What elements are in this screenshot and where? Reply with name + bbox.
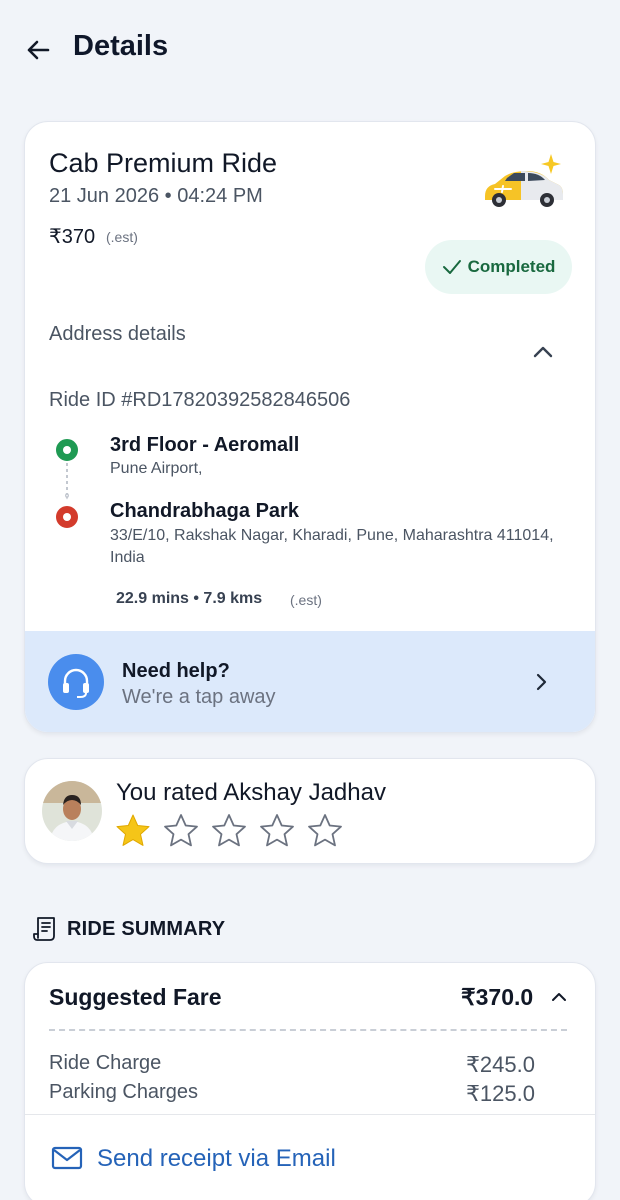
ride-type-title: Cab Premium Ride (49, 148, 278, 178)
pickup-address: Pune Airport, (110, 460, 203, 477)
star-rating (113, 811, 345, 851)
chevron-up-icon[interactable] (549, 987, 569, 1007)
driver-rating-card: You rated Akshay Jadhav (24, 758, 596, 864)
fare-summary-card: Suggested Fare ₹370.0 Ride Charge ₹245.0… (24, 962, 596, 1200)
dashed-divider (49, 1029, 567, 1031)
header: Details (0, 0, 620, 100)
help-title: Need help? (122, 660, 230, 682)
fare-label: Suggested Fare (49, 984, 222, 1010)
route-connector (65, 463, 69, 500)
chevron-right-icon (536, 673, 547, 691)
ride-details-card: Cab Premium Ride 21 Jun 2026 • 04:24 PM … (24, 121, 596, 733)
pickup-pin-icon (56, 439, 78, 461)
star-empty-icon[interactable] (257, 811, 297, 851)
drop-pin-icon (56, 506, 78, 528)
address-details-heading: Address details (49, 323, 186, 345)
star-empty-icon[interactable] (209, 811, 249, 851)
send-receipt-email-button[interactable]: Send receipt via Email (25, 1115, 595, 1200)
arrow-left-icon[interactable] (22, 34, 54, 66)
check-icon (442, 260, 461, 274)
mail-icon (51, 1146, 83, 1170)
chevron-up-icon[interactable] (529, 338, 557, 366)
ride-price-note: (.est) (106, 229, 138, 245)
section-title: RIDE SUMMARY (67, 917, 226, 940)
fare-row-label: Ride Charge (49, 1052, 162, 1074)
star-empty-icon[interactable] (161, 811, 201, 851)
status-badge: Completed (425, 240, 572, 294)
fare-row-value: ₹125.0 (465, 1081, 535, 1106)
send-receipt-label: Send receipt via Email (97, 1145, 336, 1172)
ride-summary-heading: RIDE SUMMARY (33, 916, 225, 942)
pickup-name: 3rd Floor - Aeromall (110, 434, 300, 456)
fare-row-label: Parking Charges (49, 1081, 198, 1103)
drop-name: Chandrabhaga Park (110, 500, 299, 522)
ride-id: Ride ID #RD17820392582846506 (49, 389, 351, 411)
star-empty-icon[interactable] (305, 811, 345, 851)
driver-avatar (42, 781, 102, 841)
headset-icon (48, 654, 104, 710)
status-label: Completed (467, 257, 556, 276)
premium-cab-icon (485, 154, 563, 207)
fare-row-value: ₹245.0 (465, 1052, 535, 1077)
ride-price: ₹370 (49, 226, 96, 248)
rating-text: You rated Akshay Jadhav (116, 779, 386, 806)
trip-meta-note: (.est) (290, 592, 322, 608)
trip-duration-distance: 22.9 mins • 7.9 kms (116, 590, 263, 607)
page-title: Details (73, 30, 169, 62)
receipt-icon (33, 917, 55, 941)
need-help-row[interactable]: Need help? We're a tap away (25, 631, 595, 732)
help-subtitle: We're a tap away (122, 686, 276, 708)
drop-address: 33/E/10, Rakshak Nagar, Kharadi, Pune, M… (110, 527, 554, 566)
star-filled-icon[interactable] (113, 811, 153, 851)
fare-total: ₹370.0 (461, 984, 534, 1010)
ride-date-time: 21 Jun 2026 • 04:24 PM (49, 185, 263, 207)
